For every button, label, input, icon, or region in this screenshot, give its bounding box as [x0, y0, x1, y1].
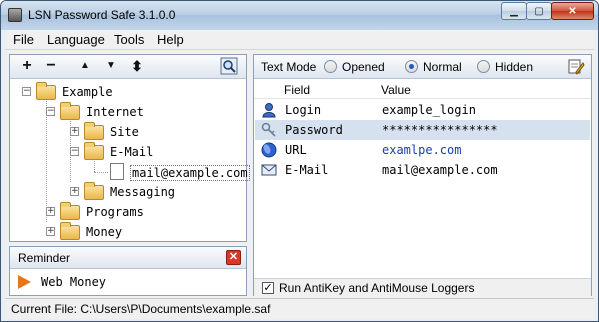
tree-node-email[interactable]: E-Mail — [110, 145, 153, 159]
current-file-status: Current File: C:\Users\P\Documents\examp… — [11, 302, 271, 316]
edit-icon — [568, 59, 585, 75]
field-column-header[interactable]: Field — [284, 83, 310, 97]
value-column-header[interactable]: Value — [381, 83, 411, 97]
entry-tree: − Example − Internet + Site − E-Mail mai… — [10, 80, 250, 241]
minimize-icon: ▁ — [510, 5, 518, 17]
play-icon — [18, 275, 31, 289]
field-name: Password — [285, 123, 343, 137]
tree-panel: + − ▲ ▼ ⬍ − Example − Internet + Site − … — [9, 54, 250, 242]
reorder-button[interactable]: ⬍ — [128, 57, 146, 75]
field-name: E-Mail — [285, 163, 329, 177]
field-value-link[interactable]: examlpe.com — [382, 143, 461, 157]
maximize-icon: ▢ — [534, 5, 544, 17]
field-value: **************** — [382, 123, 498, 137]
app-icon — [8, 8, 22, 22]
close-icon: ✕ — [568, 5, 577, 17]
move-down-button[interactable]: ▼ — [102, 57, 120, 75]
move-up-button[interactable]: ▲ — [76, 57, 94, 75]
fields-header: Field Value — [254, 80, 591, 99]
menu-help[interactable]: Help — [157, 32, 184, 47]
folder-icon — [60, 222, 80, 240]
document-icon — [110, 163, 124, 180]
radio-normal-label[interactable]: Normal — [423, 60, 462, 74]
antikey-row: ✓ Run AntiKey and AntiMouse Loggers — [254, 278, 591, 296]
envelope-icon — [261, 164, 277, 176]
reminder-close-button[interactable]: ✕ — [226, 250, 241, 265]
window-title: LSN Password Safe 3.1.0.0 — [28, 8, 176, 22]
folder-icon — [60, 202, 80, 220]
field-row-email[interactable]: E-Mail mail@example.com — [255, 160, 590, 180]
close-button[interactable]: ✕ — [551, 2, 594, 20]
entry-details-panel: Text Mode Opened Normal Hidden Field Val… — [253, 54, 592, 296]
reminder-item-label: Web Money — [41, 275, 107, 289]
tree-node-messaging[interactable]: Messaging — [110, 185, 175, 199]
radio-normal[interactable] — [405, 60, 418, 73]
field-value: example_login — [382, 103, 476, 117]
field-name: URL — [285, 143, 307, 157]
reminder-title: Reminder — [18, 251, 71, 265]
title-bar: LSN Password Safe 3.1.0.0 ▁ ▢ ✕ — [1, 1, 598, 30]
tree-connector — [94, 172, 108, 173]
add-button[interactable]: + — [18, 57, 36, 75]
magnifier-icon — [220, 57, 238, 75]
expand-toggle[interactable]: + — [46, 227, 55, 236]
text-mode-label: Text Mode — [261, 60, 317, 74]
user-icon — [262, 103, 276, 118]
remove-button[interactable]: − — [42, 57, 60, 75]
expand-toggle[interactable]: + — [70, 127, 79, 136]
search-button[interactable] — [220, 57, 238, 75]
reminder-panel: Reminder ✕ Web Money — [9, 246, 247, 296]
collapse-toggle[interactable]: − — [70, 147, 79, 156]
radio-opened[interactable] — [324, 60, 337, 73]
antikey-checkbox[interactable]: ✓ — [262, 282, 274, 294]
maximize-button[interactable]: ▢ — [526, 2, 552, 20]
reminder-header: Reminder ✕ — [10, 247, 246, 269]
expand-toggle[interactable]: + — [70, 187, 79, 196]
menu-language[interactable]: Language — [47, 32, 105, 47]
expand-toggle[interactable]: + — [46, 207, 55, 216]
edit-button[interactable] — [567, 58, 585, 76]
tree-node-example[interactable]: Example — [62, 85, 113, 99]
tree-node-site[interactable]: Site — [110, 125, 139, 139]
radio-opened-label[interactable]: Opened — [342, 60, 385, 74]
client-area: + − ▲ ▼ ⬍ − Example − Internet + Site − … — [5, 50, 594, 319]
radio-hidden-label[interactable]: Hidden — [495, 60, 533, 74]
menu-tools[interactable]: Tools — [114, 32, 144, 47]
folder-icon — [60, 102, 80, 120]
field-name: Login — [285, 103, 322, 117]
folder-icon — [84, 182, 104, 200]
collapse-toggle[interactable]: − — [46, 107, 55, 116]
field-value: mail@example.com — [382, 163, 498, 177]
reminder-item[interactable]: Web Money — [18, 273, 106, 291]
tree-node-mail-item[interactable]: mail@example.com — [130, 165, 250, 181]
folder-icon — [36, 82, 56, 100]
menu-bar: File Language Tools Help — [5, 30, 594, 50]
antikey-label[interactable]: Run AntiKey and AntiMouse Loggers — [279, 281, 474, 295]
field-row-url[interactable]: URL examlpe.com — [255, 140, 590, 160]
tree-toolbar: + − ▲ ▼ ⬍ — [10, 55, 246, 79]
key-icon — [261, 122, 276, 137]
text-mode-toolbar: Text Mode Opened Normal Hidden — [254, 55, 591, 79]
menu-file[interactable]: File — [13, 32, 34, 47]
folder-icon — [84, 122, 104, 140]
globe-icon — [261, 142, 277, 158]
status-bar: Current File: C:\Users\P\Documents\examp… — [5, 298, 594, 319]
minimize-button[interactable]: ▁ — [501, 2, 527, 20]
field-row-password[interactable]: Password **************** — [255, 120, 590, 140]
tree-node-internet[interactable]: Internet — [86, 105, 144, 119]
field-row-login[interactable]: Login example_login — [255, 100, 590, 120]
tree-node-programs[interactable]: Programs — [86, 205, 144, 219]
tree-node-money[interactable]: Money — [86, 225, 122, 239]
collapse-toggle[interactable]: − — [22, 87, 31, 96]
folder-icon — [84, 142, 104, 160]
radio-hidden[interactable] — [477, 60, 490, 73]
app-window: LSN Password Safe 3.1.0.0 ▁ ▢ ✕ File Lan… — [0, 0, 599, 322]
